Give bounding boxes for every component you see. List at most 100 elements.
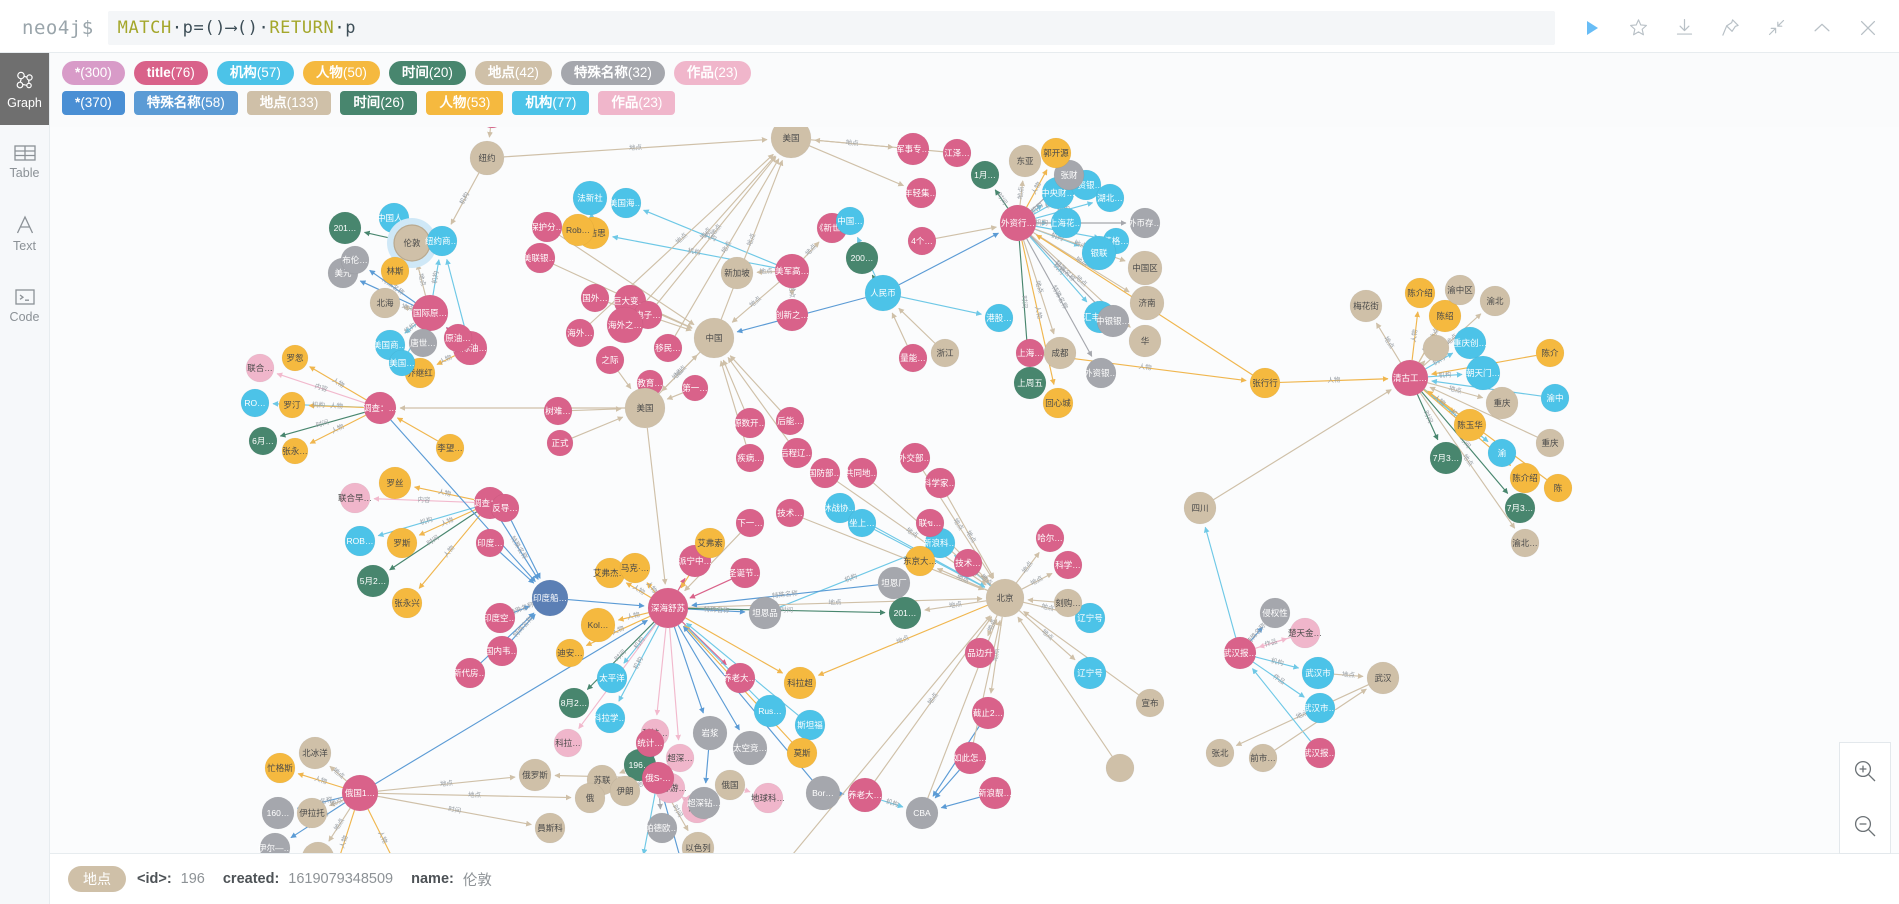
node-circle[interactable] [635, 728, 665, 758]
graph-node[interactable]: 印度船… [531, 579, 569, 617]
graph-relationship[interactable] [1375, 322, 1402, 363]
node-circle[interactable] [1183, 491, 1217, 525]
node-circle[interactable] [340, 245, 370, 275]
graph-relationship[interactable] [487, 127, 493, 138]
graph-relationship[interactable] [450, 172, 480, 225]
node-circle[interactable] [610, 187, 642, 219]
node-circle[interactable] [606, 306, 644, 344]
node-circle[interactable] [681, 831, 715, 853]
graph-relationship[interactable] [809, 145, 905, 187]
graph-node[interactable]: 法新社 [572, 180, 608, 216]
graph-node[interactable]: Kol… [580, 607, 616, 643]
graph-node[interactable]: 外资银… [1084, 357, 1118, 389]
node-circle[interactable] [281, 437, 309, 465]
node-circle[interactable] [692, 715, 728, 751]
graph-node[interactable]: 武汉报… [1303, 737, 1337, 769]
node-circle[interactable] [1105, 753, 1135, 783]
graph-node[interactable]: 渝中区 [1444, 274, 1476, 306]
node-circle[interactable] [339, 482, 371, 514]
node-circle[interactable] [984, 303, 1014, 333]
cypher-query-input[interactable]: MATCH·p=()⟶()·RETURN·p [107, 10, 1555, 45]
graph-node[interactable]: 海外之… [606, 306, 644, 344]
graph-relationship[interactable] [935, 225, 997, 239]
node-circle[interactable] [1129, 207, 1161, 239]
graph-relationship[interactable] [994, 189, 1009, 209]
graph-relationship[interactable] [513, 605, 531, 613]
graph-node[interactable]: 截止2… [971, 696, 1005, 730]
node-circle[interactable] [905, 796, 939, 830]
graph-node[interactable]: 艾弗索 [694, 527, 726, 559]
graph-node[interactable]: 莫斯 [786, 737, 818, 769]
graph-relationship[interactable] [900, 296, 982, 316]
graph-relationship[interactable] [1411, 311, 1421, 361]
graph-node[interactable]: 俄国1… [341, 774, 379, 812]
node-circle[interactable] [435, 433, 465, 463]
graph-node[interactable]: 张北 [1205, 738, 1235, 768]
graph-relationship[interactable] [750, 615, 991, 853]
graph-relationship[interactable] [689, 578, 732, 599]
node-circle[interactable] [595, 345, 625, 375]
graph-node[interactable]: 5月2… [356, 564, 390, 598]
pin-icon[interactable] [1707, 5, 1753, 51]
graph-relationship[interactable] [445, 258, 467, 332]
graph-node[interactable]: 重庆 [1485, 386, 1519, 420]
node-circle[interactable] [302, 841, 334, 853]
graph-node[interactable]: 迪安… [555, 638, 585, 668]
node-label-chip-8[interactable]: 作品 (23) [673, 61, 751, 85]
node-circle[interactable] [248, 426, 278, 456]
graph-node[interactable]: 华 [1128, 324, 1162, 358]
graph-node[interactable]: 侵权性 [1259, 597, 1291, 629]
graph-node[interactable]: 上周五 [1013, 366, 1047, 400]
node-circle[interactable] [1465, 355, 1501, 391]
graph-relationship[interactable] [1015, 551, 1040, 584]
node-circle[interactable] [408, 328, 438, 358]
graph-node[interactable]: 张永… [281, 437, 309, 465]
graph-node[interactable]: 罗怱 [281, 344, 309, 372]
node-circle[interactable] [281, 344, 309, 372]
graph-node[interactable]: 第一… [681, 374, 709, 402]
graph-node[interactable]: 中国 [693, 317, 735, 359]
chevron-up-icon[interactable] [1799, 5, 1845, 51]
node-circle[interactable] [1510, 528, 1540, 558]
graph-node[interactable]: 科拉学… [593, 702, 627, 734]
node-circle[interactable] [999, 204, 1037, 242]
graph-node[interactable]: 印度空… [483, 602, 517, 634]
node-circle[interactable] [888, 596, 922, 630]
node-circle[interactable] [609, 775, 641, 807]
graph-node[interactable]: Rus… [753, 694, 787, 728]
graph-node[interactable]: 太平洋 [302, 841, 334, 853]
zoom-in-button[interactable] [1840, 743, 1890, 798]
node-circle[interactable] [1008, 144, 1042, 178]
node-circle[interactable] [386, 527, 418, 559]
node-circle[interactable] [369, 287, 401, 319]
graph-node[interactable]: 树难… [543, 396, 573, 426]
node-circle[interactable] [580, 283, 610, 313]
node-circle[interactable] [543, 396, 573, 426]
graph-relationship[interactable] [402, 305, 413, 312]
rel-type-chip-5[interactable]: 人物 (53) [426, 91, 504, 115]
node-circle[interactable] [1013, 366, 1047, 400]
node-circle[interactable] [298, 736, 332, 770]
node-circle[interactable] [1096, 304, 1130, 338]
graph-relationship[interactable] [1255, 656, 1300, 670]
graph-relationship[interactable] [881, 799, 904, 809]
node-circle[interactable] [714, 769, 746, 801]
node-circle[interactable] [1053, 588, 1083, 618]
graph-node[interactable]: 員斯科 [534, 812, 566, 844]
node-circle[interactable] [775, 406, 805, 436]
node-label-chip-3[interactable]: 机构 (57) [216, 61, 294, 85]
graph-relationship[interactable] [987, 615, 998, 637]
graph-node[interactable]: 坦恩厂 [877, 566, 911, 600]
graph-relationship[interactable] [499, 552, 535, 584]
node-circle[interactable] [735, 443, 765, 473]
graph-relationship[interactable] [1333, 673, 1364, 679]
node-circle[interactable] [924, 467, 956, 499]
node-circle[interactable] [380, 256, 410, 286]
node-circle[interactable] [580, 607, 616, 643]
graph-node[interactable]: 渝北… [1510, 528, 1540, 558]
graph-node[interactable]: 人民币 [864, 274, 902, 312]
graph-relationship[interactable] [625, 582, 652, 599]
graph-node[interactable]: 4个… [907, 226, 937, 256]
graph-node[interactable]: 北海 [369, 287, 401, 319]
graph-relationship[interactable] [924, 600, 987, 613]
